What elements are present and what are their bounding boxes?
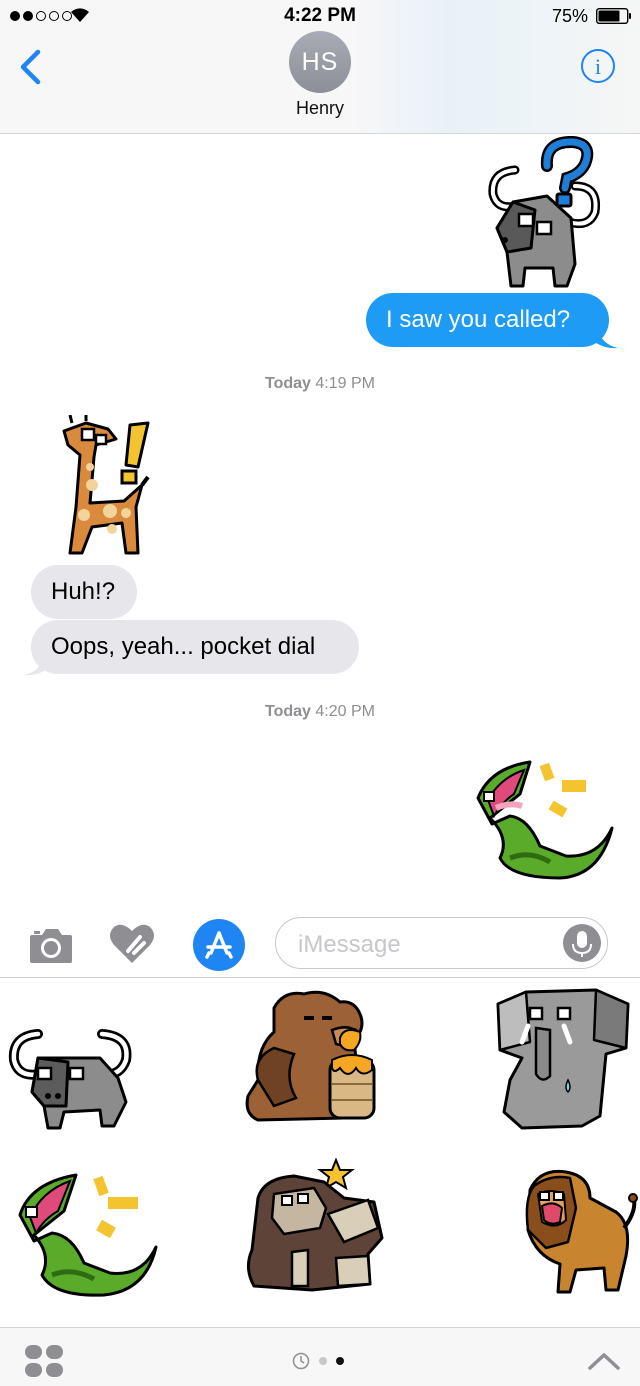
timestamp-time: 4:19 PM [315, 375, 375, 392]
lion-sticker[interactable] [520, 1168, 640, 1298]
message-text: Huh!? [51, 578, 116, 605]
apps-grid-icon[interactable] [24, 1344, 66, 1378]
battery-icon [596, 8, 631, 24]
bubble-tail [24, 654, 46, 676]
contact-avatar[interactable]: HS [289, 31, 351, 93]
crocodile-drawer-sticker[interactable] [12, 1173, 162, 1303]
timestamp: Today 4:19 PM [0, 375, 640, 393]
outgoing-message-bubble[interactable]: I saw you called? [366, 293, 609, 347]
chevron-up-icon[interactable] [586, 1350, 622, 1372]
bubble-tail [596, 327, 618, 349]
camera-icon[interactable] [28, 925, 74, 965]
gorilla-sticker[interactable] [244, 1158, 394, 1298]
info-icon[interactable]: i [580, 48, 616, 84]
page-dot[interactable] [319, 1357, 327, 1365]
battery-percent: 75% [551, 6, 588, 26]
buffalo-question-sticker[interactable] [485, 136, 605, 291]
buffalo-sticker[interactable] [8, 1002, 134, 1132]
digital-touch-heart-icon[interactable] [108, 921, 156, 967]
app-drawer-bar [0, 1327, 640, 1386]
message-text: Oops, yeah... pocket dial [51, 633, 316, 660]
sticker-drawer [0, 977, 640, 1328]
incoming-message-bubble[interactable]: Oops, yeah... pocket dial [31, 620, 359, 674]
page-dot-active[interactable] [336, 1357, 344, 1365]
back-chevron-icon[interactable] [14, 46, 50, 88]
timestamp-day: Today [265, 703, 311, 720]
app-store-icon[interactable] [193, 919, 245, 971]
recents-clock-icon[interactable] [292, 1352, 310, 1370]
compose-bar: iMessage [0, 905, 640, 977]
incoming-message-bubble[interactable]: Huh!? [31, 565, 137, 619]
bear-honey-sticker[interactable] [244, 988, 394, 1128]
giraffe-exclamation-sticker[interactable] [52, 415, 162, 560]
status-time: 4:22 PM [284, 5, 356, 26]
message-text: I saw you called? [386, 306, 571, 333]
microphone-icon[interactable] [563, 924, 601, 962]
message-placeholder: iMessage [298, 931, 401, 958]
timestamp-time: 4:20 PM [315, 703, 375, 720]
contact-name[interactable]: Henry [0, 98, 640, 119]
page-indicator[interactable] [292, 1352, 344, 1370]
timestamp-day: Today [265, 375, 311, 392]
svg-text:i: i [595, 54, 601, 79]
timestamp: Today 4:20 PM [0, 703, 640, 721]
status-bar: 4:22 PM 75% [0, 0, 640, 34]
crocodile-sticker[interactable] [470, 758, 620, 888]
elephant-sticker[interactable] [496, 984, 630, 1134]
message-input[interactable]: iMessage [275, 917, 608, 969]
